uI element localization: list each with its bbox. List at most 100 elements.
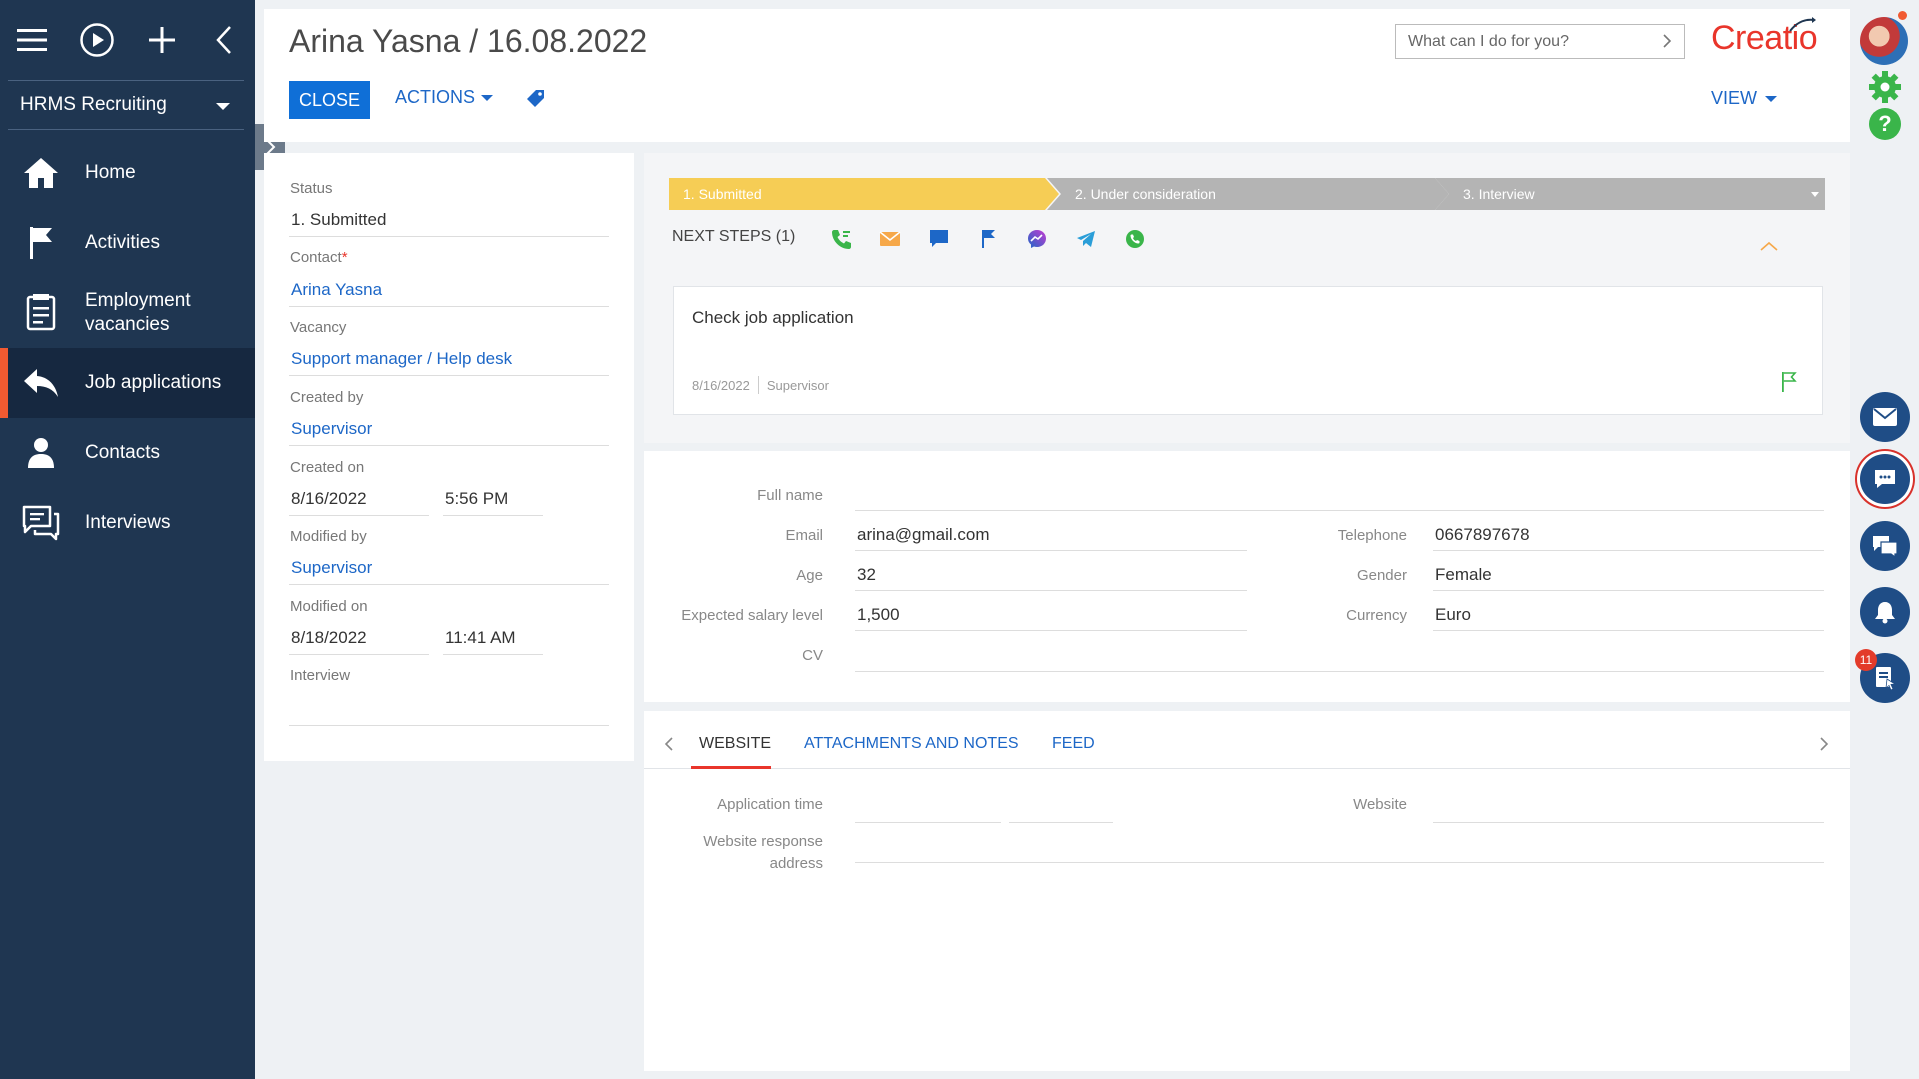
phone-icon[interactable]: [828, 227, 854, 251]
collapse-next-steps-button[interactable]: [1759, 239, 1779, 257]
application-time-field[interactable]: [1009, 822, 1113, 823]
stage-interview[interactable]: 3. Interview: [1435, 178, 1825, 210]
field-divider: [443, 515, 543, 516]
field-divider: [1433, 630, 1824, 631]
home-icon: [20, 152, 62, 194]
messenger-icon[interactable]: [1024, 227, 1050, 251]
chat-icon[interactable]: [926, 227, 952, 251]
help-icon[interactable]: ?: [1869, 108, 1901, 140]
tab-feed[interactable]: FEED: [1052, 735, 1095, 753]
modified-on-date[interactable]: 8/18/2022: [291, 628, 367, 648]
complete-task-flag-icon[interactable]: [1781, 371, 1797, 398]
stage-under-consideration[interactable]: 2. Under consideration: [1047, 178, 1449, 210]
chevron-right-icon: [1820, 737, 1829, 751]
field-divider: [289, 236, 609, 237]
sidebar-item-label: Activities: [85, 232, 160, 253]
document-list-icon: [20, 292, 62, 334]
tabs-scroll-right-button[interactable]: [1819, 736, 1829, 757]
user-avatar[interactable]: [1860, 17, 1908, 65]
status-dot: [1898, 11, 1907, 20]
application-time-label: Application time: [717, 796, 823, 813]
next-step-task-card[interactable]: Check job application 8/16/2022 Supervis…: [673, 286, 1823, 415]
chat-panel-button[interactable]: [1860, 454, 1910, 504]
task-date: 8/16/2022: [692, 378, 750, 393]
back-icon[interactable]: [202, 18, 246, 62]
notifications-panel-button[interactable]: [1860, 587, 1910, 637]
field-divider: [855, 590, 1247, 591]
stage-submitted[interactable]: 1. Submitted: [669, 178, 1059, 210]
workspace-label: HRMS Recruiting: [20, 94, 167, 115]
add-icon[interactable]: [140, 18, 184, 62]
modified-on-time[interactable]: 11:41 AM: [445, 628, 516, 648]
created-by-link[interactable]: Supervisor: [291, 419, 372, 439]
website-response-address-label: Website response address: [703, 833, 823, 872]
modified-by-link[interactable]: Supervisor: [291, 558, 372, 578]
field-divider: [289, 445, 609, 446]
email-icon[interactable]: [877, 227, 903, 251]
tab-website[interactable]: WEBSITE: [699, 735, 771, 753]
task-title[interactable]: Check job application: [692, 308, 854, 328]
play-process-icon[interactable]: [75, 18, 119, 62]
bell-icon: [1875, 602, 1895, 624]
close-button[interactable]: CLOSE: [289, 81, 370, 119]
age-label: Age: [796, 567, 823, 584]
flag-icon[interactable]: [975, 227, 1001, 251]
modified-by-label: Modified by: [290, 528, 367, 545]
gear-icon[interactable]: [1868, 70, 1902, 109]
page-title: Arina Yasna / 16.08.2022: [289, 23, 648, 59]
view-button[interactable]: VIEW: [1711, 88, 1778, 109]
chevron-down-icon[interactable]: [1811, 192, 1819, 197]
feed-panel-button[interactable]: [1860, 521, 1910, 571]
website-field[interactable]: [1433, 822, 1824, 823]
sidebar-item-home[interactable]: Home: [0, 138, 255, 208]
cv-label: CV: [802, 647, 823, 664]
status-field[interactable]: 1. Submitted: [291, 210, 386, 230]
task-meta: 8/16/2022 Supervisor: [692, 376, 829, 394]
email-field[interactable]: arina@gmail.com: [857, 525, 990, 545]
sidebar-item-employment-vacancies[interactable]: Employment vacancies: [0, 278, 255, 348]
created-on-time[interactable]: 5:56 PM: [445, 489, 508, 509]
expected-salary-field[interactable]: 1,500: [857, 605, 900, 625]
tab-attachments-and-notes[interactable]: ATTACHMENTS AND NOTES: [804, 735, 1019, 753]
contact-label: Contact*: [290, 249, 348, 266]
gender-field[interactable]: Female: [1435, 565, 1492, 585]
contact-link[interactable]: Arina Yasna: [291, 280, 382, 300]
workspace-selector[interactable]: HRMS Recruiting: [8, 80, 244, 130]
reply-arrow-icon: [20, 362, 62, 404]
meta-divider: [757, 376, 759, 394]
currency-field[interactable]: Euro: [1435, 605, 1471, 625]
whatsapp-icon[interactable]: [1122, 227, 1148, 251]
sidebar-item-interviews[interactable]: Interviews: [0, 488, 255, 558]
conversation-icon: [1873, 536, 1898, 558]
sidebar-item-activities[interactable]: Activities: [0, 208, 255, 278]
email-panel-button[interactable]: [1860, 392, 1910, 442]
detail-tabs-panel: WEBSITE ATTACHMENTS AND NOTES FEED Appli…: [644, 711, 1850, 1071]
command-search-input[interactable]: What can I do for you?: [1395, 24, 1685, 59]
field-divider: [289, 725, 609, 726]
actions-label: ACTIONS: [395, 87, 476, 107]
actions-button[interactable]: ACTIONS: [395, 87, 494, 108]
website-response-address-field[interactable]: [855, 862, 1824, 863]
active-tab-indicator: [691, 766, 771, 769]
field-divider: [289, 515, 429, 516]
tabs-scroll-left-button[interactable]: [664, 736, 674, 757]
menu-icon[interactable]: [10, 18, 54, 62]
full-name-label: Full name: [757, 487, 823, 504]
telegram-icon[interactable]: [1073, 227, 1099, 251]
age-field[interactable]: 32: [857, 565, 876, 585]
created-by-label: Created by: [290, 389, 364, 406]
candidate-profile-panel: Full name Email arina@gmail.com Telephon…: [644, 451, 1850, 702]
vacancy-link[interactable]: Support manager / Help desk: [291, 349, 512, 369]
sidebar-item-contacts[interactable]: Contacts: [0, 418, 255, 488]
stage-bar: 1. Submitted 2. Under consideration 3. I…: [669, 178, 1825, 210]
next-steps-label: NEXT STEPS (1): [672, 228, 796, 245]
created-on-date[interactable]: 8/16/2022: [291, 489, 367, 509]
record-summary-panel: Status 1. Submitted Contact* Arina Yasna…: [264, 153, 634, 761]
tag-icon[interactable]: [527, 89, 545, 112]
telephone-field[interactable]: 0667897678: [1435, 525, 1530, 545]
view-label: VIEW: [1711, 88, 1758, 108]
sidebar-item-job-applications[interactable]: Job applications: [0, 348, 255, 418]
sidebar-item-label: Employment vacancies: [85, 290, 191, 335]
vacancy-label: Vacancy: [290, 319, 347, 336]
application-date-field[interactable]: [855, 822, 1001, 823]
